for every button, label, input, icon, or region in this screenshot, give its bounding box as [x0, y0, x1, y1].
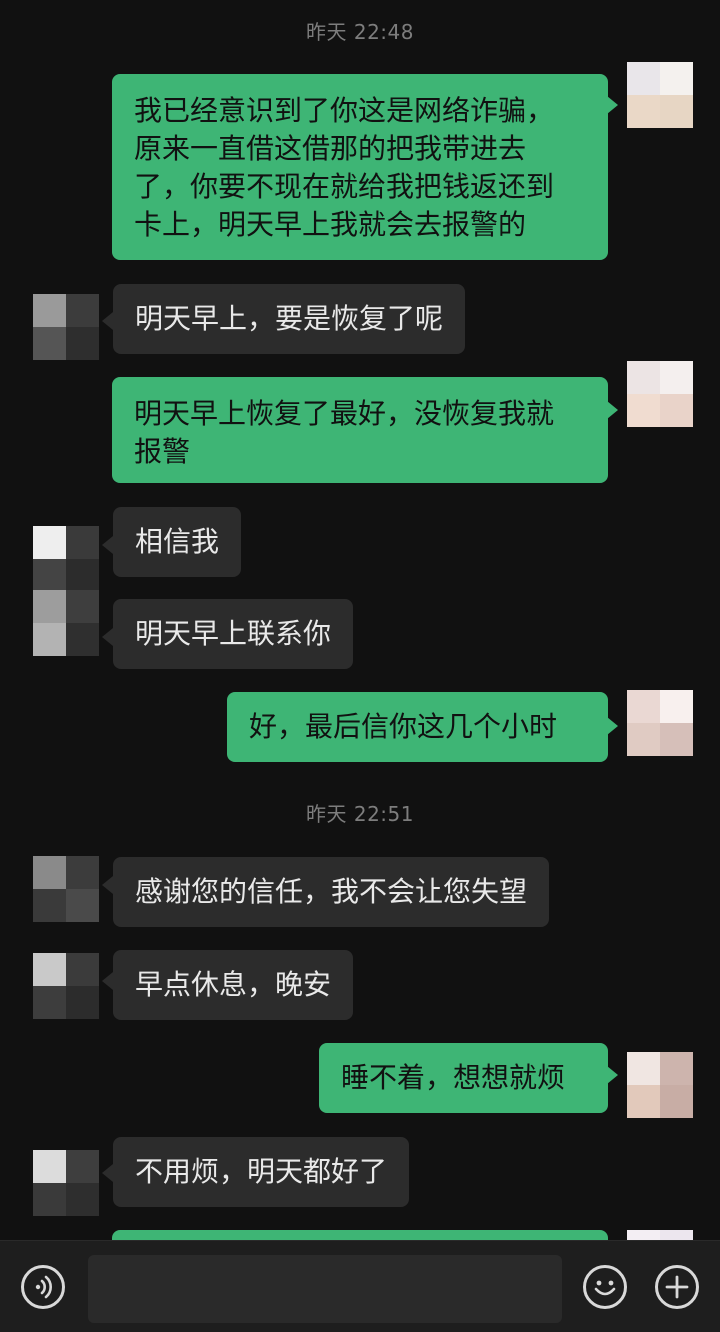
self-avatar[interactable]: [627, 62, 693, 128]
contact-avatar[interactable]: [33, 1150, 99, 1216]
contact-avatar[interactable]: [33, 526, 99, 592]
message-input[interactable]: [88, 1255, 562, 1323]
timestamp: 昨天 22:48: [306, 20, 414, 44]
bubble-tail: [607, 401, 618, 419]
bubble-tail: [607, 717, 618, 735]
self-avatar[interactable]: [627, 1052, 693, 1118]
bubble-tail: [102, 312, 113, 330]
outgoing-message[interactable]: 明天早上恢复了最好，没恢复我就 报警: [112, 377, 608, 483]
bubble-tail: [102, 1164, 113, 1182]
contact-avatar[interactable]: [33, 294, 99, 360]
bubble-tail: [102, 536, 113, 554]
input-bar: [0, 1240, 720, 1332]
emoji-icon: [594, 1280, 616, 1296]
bubble-tail: [102, 628, 113, 646]
voice-icon: [35, 1275, 52, 1299]
bubble-tail: [102, 972, 113, 990]
contact-avatar[interactable]: [33, 590, 99, 656]
voice-button[interactable]: [21, 1265, 65, 1309]
contact-avatar[interactable]: [33, 953, 99, 1019]
incoming-message[interactable]: 不用烦，明天都好了: [113, 1137, 410, 1207]
outgoing-message[interactable]: 好，最后信你这几个小时: [227, 692, 608, 762]
emoji-button[interactable]: [583, 1265, 627, 1309]
incoming-message[interactable]: 明天早上，要是恢复了呢: [113, 284, 466, 354]
plus-icon: [665, 1275, 689, 1299]
contact-avatar[interactable]: [33, 856, 99, 922]
self-avatar[interactable]: [627, 690, 693, 756]
bubble-tail: [607, 96, 618, 114]
incoming-message[interactable]: 感谢您的信任，我不会让您失望: [113, 857, 550, 927]
bubble-tail: [607, 1066, 618, 1084]
incoming-message[interactable]: 明天早上联系你: [113, 599, 354, 669]
outgoing-message[interactable]: 睡不着，想想就烦: [319, 1043, 608, 1113]
chat-screen: 昨天 22:48 我已经意识到了你这是网络诈骗， 原来一直借这借那的把我带进去 …: [0, 0, 720, 1332]
incoming-message[interactable]: 相信我: [113, 507, 242, 577]
more-button[interactable]: [655, 1265, 699, 1309]
timestamp: 昨天 22:51: [306, 802, 414, 826]
bubble-tail: [102, 876, 113, 894]
self-avatar[interactable]: [627, 361, 693, 427]
incoming-message[interactable]: 早点休息，晚安: [113, 950, 354, 1020]
outgoing-message[interactable]: 我已经意识到了你这是网络诈骗， 原来一直借这借那的把我带进去 了，你要不现在就给…: [112, 74, 608, 260]
